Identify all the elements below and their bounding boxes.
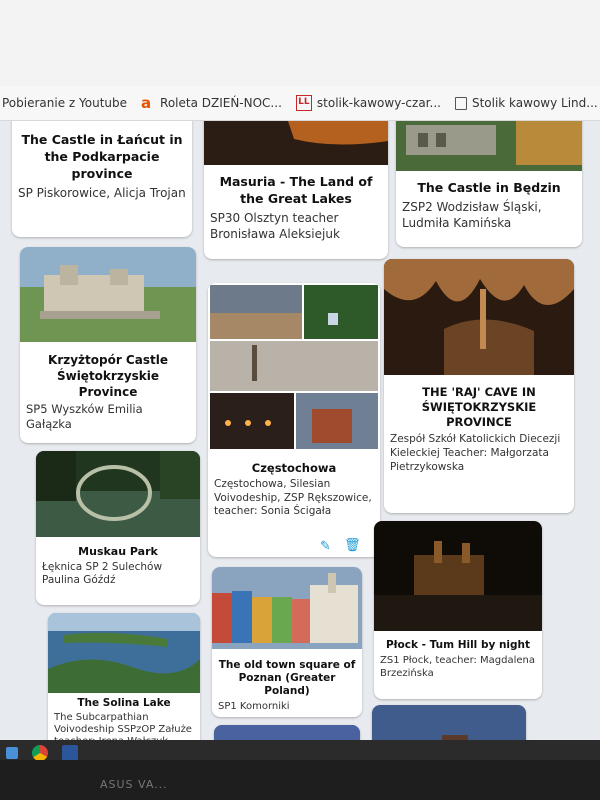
castle-ruins-photo [20,247,196,342]
lake-photo [48,613,200,693]
post-description: ZSP2 Wodzisław Śląski, Ludmiła Kamińska [402,200,542,230]
letter-a-icon: a [141,94,152,112]
post-card[interactable]: Muskau Park Łęknica SP 2 Sulechów Paulin… [36,451,200,605]
post-description: SP Piskorowice, Alicja Trojan [18,186,186,200]
post-title: The Solina Lake [77,697,171,709]
post-card[interactable]: Płock - Tum Hill by night ZS1 Płock, tea… [374,521,542,699]
post-description: SP1 Komorniki [218,701,290,712]
monitor-brand-label: ASUS VA... [100,778,168,791]
chrome-icon[interactable] [32,745,48,760]
post-card[interactable]: The Solina Lake The Subcarpathian Voivod… [48,613,200,760]
post-title: The Castle in Będzin [417,180,561,195]
ll-logo-icon: LL [295,95,312,111]
bookmark-stolik-lind[interactable]: Stolik kawowy Lind... [454,96,598,110]
post-card[interactable]: The old town square of Poznan (Greater P… [212,567,362,717]
bookmarks-bar: Pobieranie z Youtube a Roleta DZIEŃ-NOC.… [0,86,600,121]
taskbar [0,740,600,760]
bookmark-label: Roleta DZIEŃ-NOC... [160,96,282,110]
bookmark-youtube-download[interactable]: Pobieranie z Youtube [2,96,127,110]
post-description: ZS1 Płock, teacher: Magdalena Brzezińska [380,655,536,679]
browser-window: Pobieranie z Youtube a Roleta DZIEŃ-NOC.… [0,0,600,760]
post-card[interactable]: THE 'RAJ' CAVE IN ŚWIĘTOKRZYSKIE PROVINC… [384,259,574,513]
post-card[interactable]: The Castle in Łańcut in the Podkarpacie … [12,121,192,237]
post-description: Zespół Szkół Katolickich Diecezji Kielec… [390,433,561,473]
bookmark-label: Stolik kawowy Lind... [471,96,598,110]
windows-start-icon[interactable] [6,747,18,759]
post-card[interactable]: Masuria - The Land of the Great Lakes SP… [204,121,388,259]
lakes-boat-photo [204,121,388,165]
poznan-square-photo [212,567,362,649]
bookmark-label: stolik-kawowy-czar... [316,96,441,110]
post-description: Częstochowa, Silesian Voivodeship, ZSP R… [214,478,372,517]
post-title: THE 'RAJ' CAVE IN ŚWIĘTOKRZYSKIE PROVINC… [421,385,537,429]
post-card[interactable]: Częstochowa Częstochowa, Silesian Voivod… [208,283,380,557]
raj-cave-photo [384,259,574,375]
post-title: Muskau Park [78,545,158,558]
trash-icon[interactable]: 🗑 [344,538,361,553]
post-title: Masuria - The Land of the Great Lakes [219,174,373,206]
post-title: The old town square of Poznan (Greater P… [218,659,356,697]
post-title: Częstochowa [251,461,337,475]
document-icon [454,96,467,110]
post-title: The Castle in Łańcut in the Podkarpacie … [21,132,183,181]
post-card[interactable]: The Castle in Będzin ZSP2 Wodzisław Śląs… [396,121,582,247]
czestochowa-collage-photo [208,283,380,451]
edit-pencil-icon[interactable]: ✎ [320,539,331,554]
padlet-board: The Castle in Łańcut in the Podkarpacie … [0,121,600,760]
post-title: Krzyżtopór Castle Świętokrzyskie Provinc… [48,353,168,399]
bookmark-label: Pobieranie z Youtube [2,96,128,110]
plock-night-photo [374,521,542,631]
browser-toolbar [0,0,600,86]
bookmark-stolik-czar[interactable]: LL stolik-kawowy-czar... [295,95,441,111]
post-card[interactable]: Krzyżtopór Castle Świętokrzyskie Provinc… [20,247,196,443]
bridge-park-photo [36,451,200,537]
bedzin-castle-photo [396,121,582,171]
word-icon[interactable] [62,745,78,760]
post-description: Łęknica SP 2 Sulechów Paulina Góźdź [42,561,163,586]
post-title: Płock - Tum Hill by night [385,639,531,651]
bookmark-roleta[interactable]: a Roleta DZIEŃ-NOC... [141,94,282,112]
post-description: SP30 Olsztyn teacher Bronisława Aleksiej… [210,211,340,241]
post-description: SP5 Wyszków Emilia Gałązka [26,402,143,431]
